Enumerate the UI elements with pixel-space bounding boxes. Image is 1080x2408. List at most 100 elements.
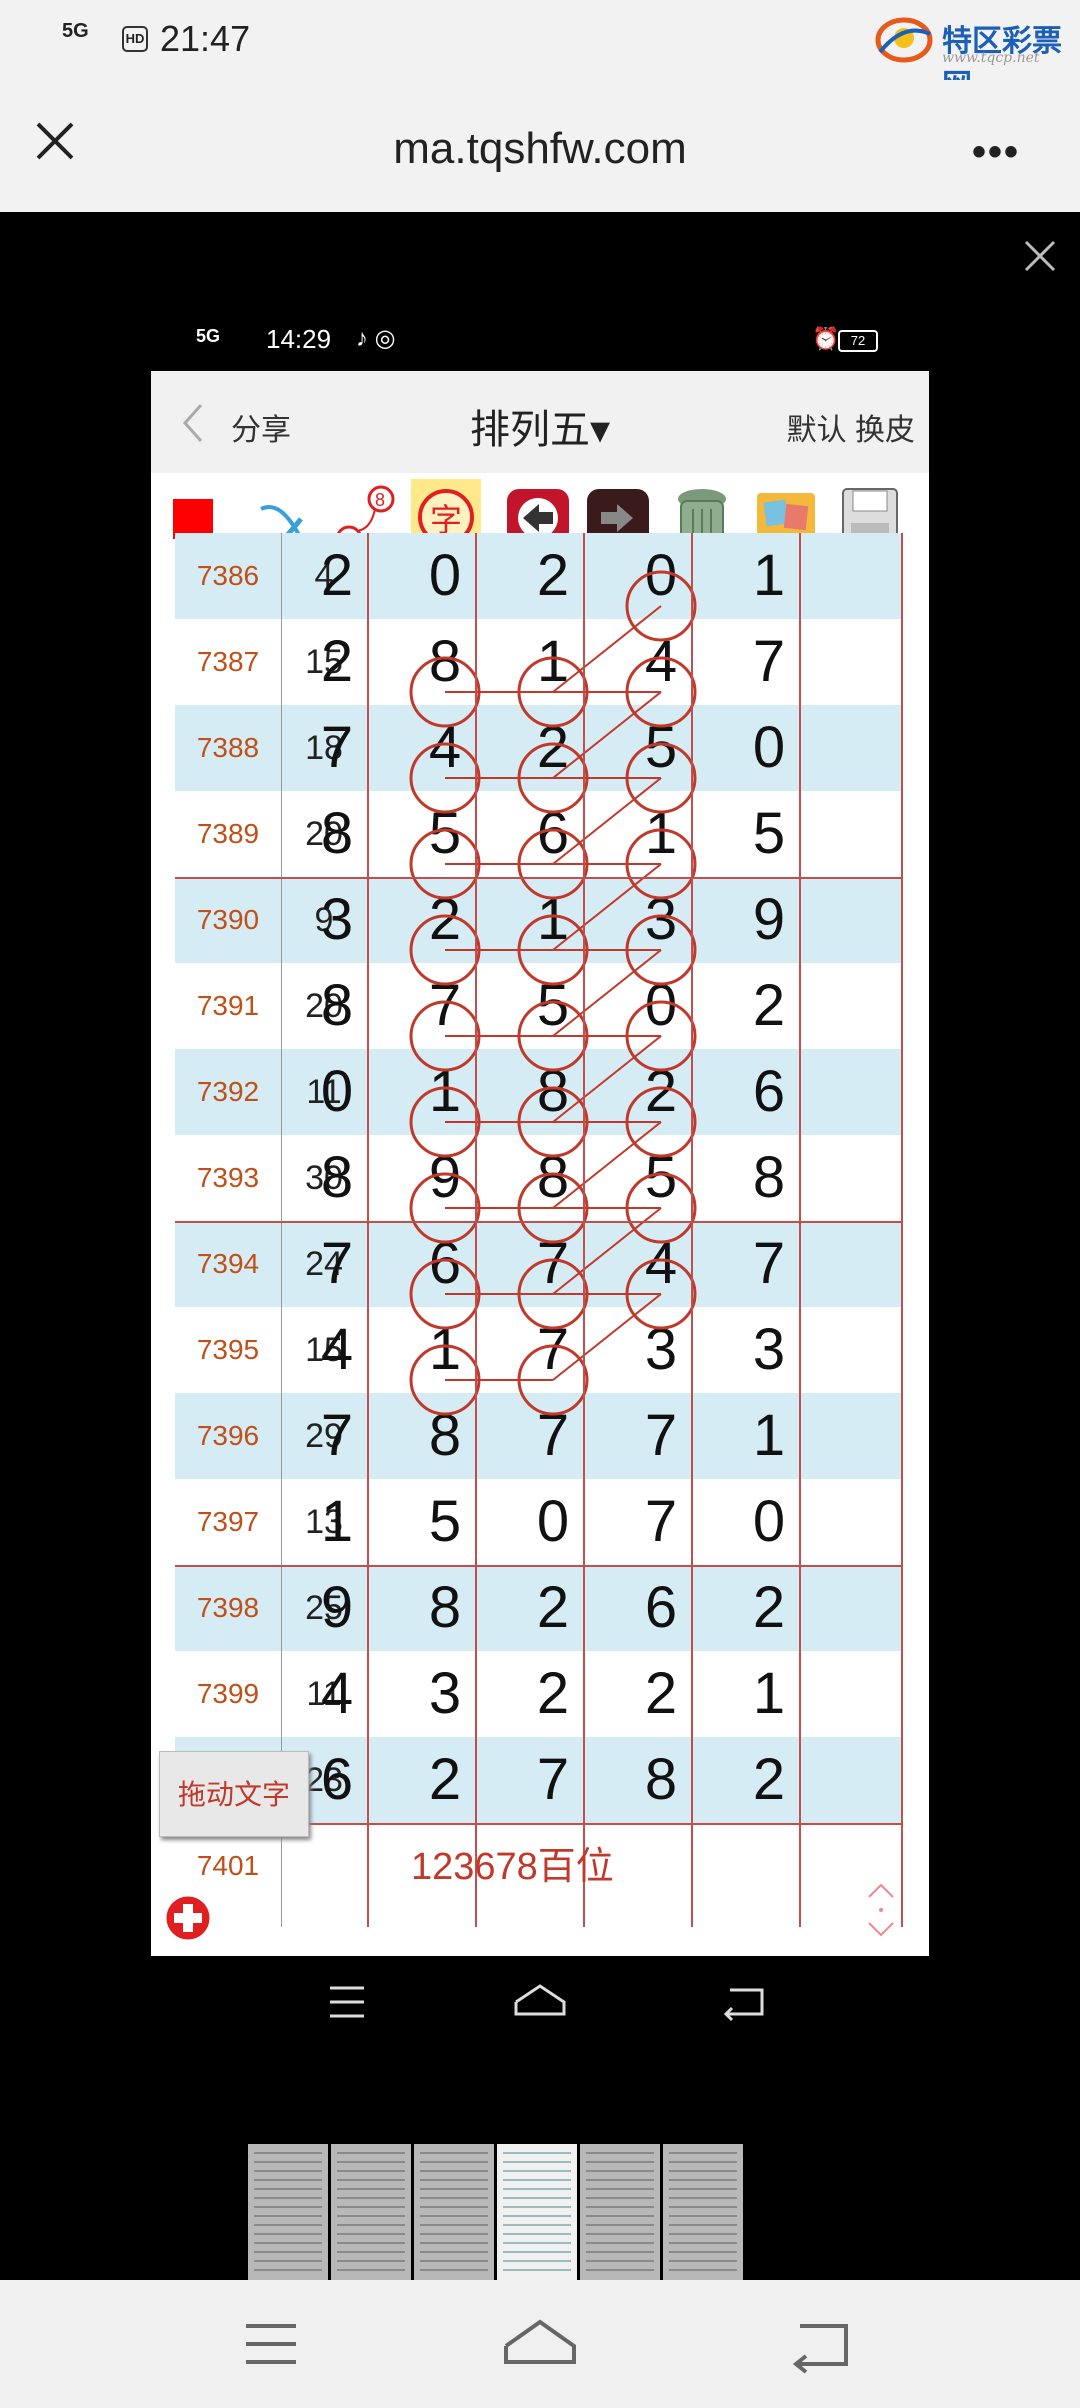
thumbnail-line [254,2215,322,2217]
lottery-app-screenshot: 分享 排列五▾ 默认 换皮 8 6 字 [151,371,929,1956]
thumbnail-line [420,2206,488,2208]
watermark: 特区彩票网 www.tqcp.net [870,8,1070,103]
thumbnail-line [254,2197,322,2199]
thumbnail-line [669,2206,737,2208]
thumbnail-line [503,2197,571,2199]
back-icon [723,1988,764,2022]
thumbnail[interactable] [497,2144,577,2280]
thumbnail-line [420,2251,488,2253]
connector-line [552,605,662,693]
thumbnail-line [420,2161,488,2163]
thumbnail-line [254,2251,322,2253]
thumbnail-line [503,2152,571,2154]
thumbnail-line [669,2197,737,2199]
thumbnail[interactable] [331,2144,411,2280]
battery-indicator: 72 [838,330,878,352]
more-menu-icon[interactable]: ••• [972,130,1020,175]
column-divider [367,533,369,1927]
thumbnail-line [337,2233,405,2235]
thumbnail-line [420,2269,488,2271]
group-divider [175,1221,903,1223]
thumbnail-line [586,2170,654,2172]
add-icon[interactable] [163,1893,213,1943]
system-nav-bar [0,2280,1080,2408]
thumbnail-line [420,2215,488,2217]
thumbnail-line [586,2215,654,2217]
thumbnail-line [420,2170,488,2172]
thumbnail-line [254,2179,322,2181]
thumbnail-line [337,2197,405,2199]
thumbnail-line [669,2269,737,2271]
thumbnail-line [503,2242,571,2244]
home-icon [514,1984,566,2016]
thumbnail-line [254,2152,322,2154]
thumbnail-strip [248,2144,748,2280]
notification-icons: ♪ ◎ [356,325,396,352]
viewer-close-icon[interactable] [1020,236,1060,276]
connector-line [552,777,662,865]
thumbnail-line [586,2242,654,2244]
thumbnail-line [337,2179,405,2181]
thumbnail-line [337,2152,405,2154]
thumbnail-line [420,2152,488,2154]
thumbnail-line [586,2188,654,2190]
thumbnail-line [669,2170,737,2172]
app-header: 分享 排列五▾ 默认 换皮 [151,371,929,473]
group-divider [175,1565,903,1567]
signal-indicator: 5G [62,20,89,42]
default-skin-button[interactable]: 默认 换皮 [787,405,915,449]
annotation-text: 123678百位 [411,1846,614,1888]
thumbnail-line [669,2161,737,2163]
connector-line [552,949,662,1037]
thumbnail-line [503,2161,571,2163]
thumbnail-line [586,2233,654,2235]
thumbnail-line [254,2224,322,2226]
thumbnail-line [669,2188,737,2190]
thumbnail[interactable] [663,2144,743,2280]
thumbnail-line [254,2242,322,2244]
thumbnail-line [503,2224,571,2226]
hd-badge: HD [122,26,148,52]
thumbnail-line [503,2170,571,2172]
connector-line [552,1035,662,1123]
menu-icon[interactable] [246,2324,296,2364]
thumbnail[interactable] [414,2144,494,2280]
thumbnail-line [337,2260,405,2262]
thumbnail-line [254,2260,322,2262]
outer-status-bar: 5G HD 21:47 特区彩票网 www.tqcp.net [0,0,1080,103]
thumbnail-line [337,2269,405,2271]
thumbnail-line [503,2179,571,2181]
thumbnail-line [254,2161,322,2163]
thumbnail-line [337,2215,405,2217]
home-icon[interactable] [504,2319,576,2364]
thumbnail-line [586,2161,654,2163]
thumbnail-line [586,2224,654,2226]
thumbnail-line [586,2206,654,2208]
column-divider [799,533,801,1927]
connection-overlay [409,570,697,1416]
thumbnail[interactable] [580,2144,660,2280]
column-divider [475,533,477,1927]
thumbnail-line [254,2188,322,2190]
thumbnail-line [503,2206,571,2208]
thumbnail-line [420,2260,488,2262]
thumbnail[interactable] [248,2144,328,2280]
thumbnail-line [586,2179,654,2181]
watermark-logo-icon [875,17,933,63]
thumbnail-line [254,2269,322,2271]
thumbnail-line [669,2251,737,2253]
thumbnail-line [669,2224,737,2226]
thumbnail-line [503,2215,571,2217]
scroll-arrows-icon[interactable] [861,1879,901,1941]
status-time: 21:47 [160,18,251,59]
menu-icon [330,1986,364,2018]
drag-text-button[interactable]: 拖动文字 [159,1751,309,1837]
thumbnail-line [254,2233,322,2235]
thumbnail-line [420,2188,488,2190]
column-divider [281,533,282,1927]
screenshot-status-bar: 5G 14:29 ♪ ◎ ⏰ 72 [196,320,886,360]
thumbnail-line [669,2179,737,2181]
thumbnail-line [254,2206,322,2208]
back-icon[interactable] [792,2324,848,2374]
thumbnail-line [669,2242,737,2244]
